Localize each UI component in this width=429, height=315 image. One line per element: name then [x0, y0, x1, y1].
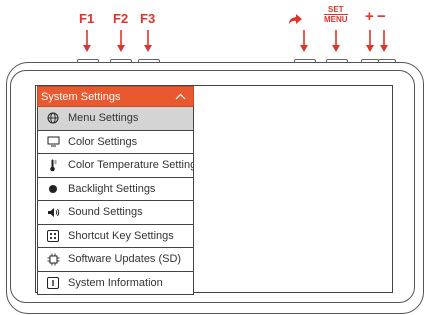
shortcut-grid-icon [38, 229, 68, 242]
menu-item-label: Color Temperature Settings [68, 159, 193, 172]
menu-item-color-settings[interactable]: Color Settings [37, 130, 194, 154]
menu-item-label: Sound Settings [68, 206, 143, 219]
menu-item-label: System Information [68, 276, 163, 289]
menu-item-label: Backlight Settings [68, 182, 156, 195]
menu-item-menu-settings[interactable]: Menu Settings [37, 107, 194, 131]
menu-item-label: Menu Settings [68, 112, 139, 125]
menu-title: System Settings [41, 90, 121, 103]
menu-item-software-updates[interactable]: Software Updates (SD) [37, 248, 194, 272]
set-menu-arrow-icon [332, 30, 340, 52]
f1-arrow-icon [83, 30, 91, 52]
plus-arrow-icon [366, 30, 374, 52]
thermometer-icon [38, 159, 68, 172]
f3-arrow-icon [144, 30, 152, 52]
minus-arrow-icon [380, 30, 388, 52]
f2-arrow-icon [117, 30, 125, 52]
backlight-dot-icon [38, 184, 68, 194]
monitor-icon [38, 136, 68, 147]
menu-item-shortcut-key-settings[interactable]: Shortcut Key Settings [37, 224, 194, 248]
menu-item-label: Shortcut Key Settings [68, 229, 174, 242]
menu-item-sound-settings[interactable]: Sound Settings [37, 201, 194, 225]
chip-icon [38, 253, 68, 266]
callout-arrows [83, 14, 388, 52]
back-arrow-icon [289, 14, 308, 52]
info-icon [38, 276, 68, 289]
chevron-up-icon[interactable] [175, 91, 186, 103]
speaker-icon [38, 207, 68, 218]
menu-header[interactable]: System Settings [37, 86, 194, 107]
system-settings-menu: System Settings Menu Settings Color Sett… [37, 86, 194, 295]
globe-icon [38, 112, 68, 124]
menu-item-label: Color Settings [68, 135, 138, 148]
menu-item-label: Software Updates (SD) [68, 253, 182, 266]
menu-item-backlight-settings[interactable]: Backlight Settings [37, 177, 194, 201]
menu-item-system-information[interactable]: System Information [37, 271, 194, 295]
menu-item-color-temperature-settings[interactable]: Color Temperature Settings [37, 154, 194, 178]
